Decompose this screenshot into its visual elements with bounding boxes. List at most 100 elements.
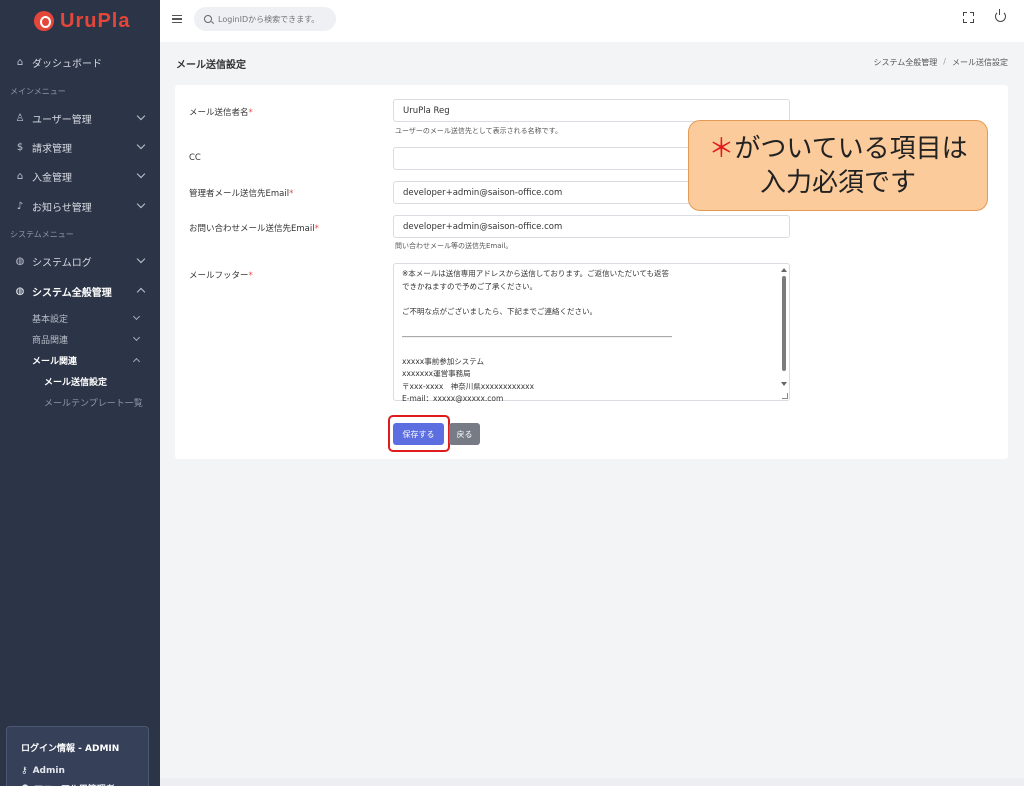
footer-line: xxxxx事前参加システム <box>402 356 484 366</box>
label-text: お問い合わせメール送信先Email <box>189 224 315 234</box>
sidebar-item-label: ダッシュボード <box>32 58 102 70</box>
breadcrumb-separator: / <box>943 57 946 66</box>
label-text: 管理者メール送信先Email <box>189 189 290 199</box>
inquiry-email-help: 問い合わせメール等の送信先Email。 <box>395 242 513 250</box>
chevron-up-icon <box>136 287 146 297</box>
sidebar-subitem-basic[interactable]: 基本設定 <box>32 312 141 325</box>
required-mark: * <box>248 271 253 281</box>
sidebar-subitem-label: 基本設定 <box>32 315 69 325</box>
breadcrumb-item-current: メール送信設定 <box>952 58 1008 67</box>
login-role-row: ⚉ マニュアル用管理者 <box>21 782 148 786</box>
callout-line-2: 入力必須です <box>759 167 916 198</box>
callout-line-1: ＊がついている項目は <box>708 132 967 166</box>
section-label-system: システムメニュー <box>10 230 74 239</box>
sidebar-subsubitem-mail-settings[interactable]: メール送信設定 <box>44 375 107 388</box>
callout-line-1-text: がついている項目は <box>734 133 968 164</box>
sidebar-item-system-general[interactable]: ◍ システム全般管理 <box>0 277 160 305</box>
login-info-panel: ログイン情報 - ADMIN ⚷ Admin ⚉ マニュアル用管理者 <box>6 726 149 786</box>
footer-line <box>402 343 772 356</box>
sidebar-item-dashboard[interactable]: ⌂ ダッシュボード <box>0 48 160 76</box>
sender-name-help: ユーザーのメール送信先として表示される名称です。 <box>395 127 562 135</box>
hamburger-menu-icon[interactable] <box>172 15 182 23</box>
page-footer <box>160 778 1024 786</box>
sender-name-input[interactable] <box>393 99 790 122</box>
globe-icon: ◍ <box>15 255 25 267</box>
save-button[interactable]: 保存する <box>393 423 444 445</box>
required-fields-callout: ＊がついている項目は 入力必須です <box>688 120 988 211</box>
textarea-scrollbar[interactable] <box>781 268 787 396</box>
search-icon <box>204 15 212 23</box>
sidebar-item-billing[interactable]: $ 請求管理 <box>0 133 160 161</box>
logo-text: UruPla <box>60 9 131 32</box>
scroll-down-arrow-icon[interactable] <box>781 382 787 386</box>
sidebar-item-payment[interactable]: ⌂ 入金管理 <box>0 162 160 190</box>
bank-icon: ⌂ <box>16 170 24 182</box>
fullscreen-icon[interactable] <box>963 12 974 23</box>
login-user: Admin <box>32 766 65 776</box>
breadcrumb-item-system-general[interactable]: システム全般管理 <box>874 57 938 68</box>
back-button[interactable]: 戻る <box>449 423 480 445</box>
login-user-row: ⚷ Admin <box>21 766 148 776</box>
sidebar-item-label: ユーザー管理 <box>32 114 92 126</box>
home-icon: ⌂ <box>16 56 24 68</box>
footer-line: ―――――――――――――――――――――――――――――――――――― <box>402 331 672 341</box>
footer-line: できかねますので予めご了承ください。 <box>402 281 537 291</box>
sidebar-item-label: 入金管理 <box>32 172 72 184</box>
topbar <box>160 0 1024 42</box>
search-input[interactable] <box>218 14 328 24</box>
sidebar-item-label: 請求管理 <box>32 143 72 155</box>
section-label-main: メインメニュー <box>10 87 66 96</box>
power-icon[interactable] <box>995 9 1006 22</box>
sidebar-subitem-mail[interactable]: メール関連 <box>32 354 141 367</box>
required-mark: * <box>314 224 319 234</box>
breadcrumb: システム全般管理 / メール送信設定 <box>874 57 1008 68</box>
sidebar-subitem-products[interactable]: 商品関連 <box>32 333 141 346</box>
inquiry-email-input[interactable] <box>393 215 790 238</box>
chevron-down-icon <box>136 254 146 264</box>
required-mark: * <box>248 108 253 118</box>
cc-label: CC <box>189 153 201 163</box>
sidebar-item-users[interactable]: ♙ ユーザー管理 <box>0 104 160 132</box>
label-text: メールフッター <box>189 271 249 281</box>
login-role: マニュアル用管理者 <box>34 782 115 786</box>
sender-name-label: メール送信者名* <box>189 106 253 118</box>
footer-line: E-mail：xxxxx@xxxxx.com <box>402 394 504 403</box>
bell-icon: ♪ <box>16 200 24 212</box>
chevron-down-icon <box>136 169 146 179</box>
user-icon: ♙ <box>15 112 25 124</box>
sidebar-subsubitem-mail-templates[interactable]: メールテンプレート一覧 <box>44 396 143 409</box>
chevron-down-icon <box>136 111 146 121</box>
login-info-title: ログイン情報 - ADMIN <box>21 744 120 754</box>
admin-email-label: 管理者メール送信先Email* <box>189 187 293 199</box>
label-text: メール送信者名 <box>189 108 249 118</box>
resize-grip-icon[interactable] <box>782 393 788 399</box>
required-mark: * <box>289 189 294 199</box>
callout-star: ＊ <box>708 133 735 164</box>
footer-line: xxxxxxx運営事務局 <box>402 369 471 378</box>
footer-line: 〒xxx-xxxx 神奈川県xxxxxxxxxxxx <box>402 381 535 391</box>
logo-icon <box>34 11 54 31</box>
key-icon: ⚷ <box>21 766 28 776</box>
mail-footer-label: メールフッター* <box>189 269 253 281</box>
mail-footer-textarea[interactable]: ※本メールは送信専用アドレスから送信しております。ご返信いただいても返答 できか… <box>393 263 790 403</box>
chevron-down-icon <box>136 140 146 150</box>
chevron-down-icon <box>136 199 146 209</box>
logo[interactable]: UruPla <box>0 0 160 42</box>
scroll-thumb[interactable] <box>782 276 786 371</box>
search-box[interactable] <box>194 7 336 31</box>
footer-line: ※本メールは送信専用アドレスから送信しております。ご返信いただいても返答 <box>402 269 669 278</box>
sidebar-subitem-label: メール関連 <box>32 357 78 367</box>
sidebar: UruPla ⌂ ダッシュボード メインメニュー ♙ ユーザー管理 $ 請求管理… <box>0 0 160 786</box>
sidebar-item-label: システムログ <box>32 257 92 269</box>
page-title: メール送信設定 <box>176 60 246 71</box>
sidebar-subitem-label: 商品関連 <box>32 336 69 346</box>
sidebar-item-notices[interactable]: ♪ お知らせ管理 <box>0 192 160 220</box>
sidebar-item-syslog[interactable]: ◍ システムログ <box>0 247 160 275</box>
chevron-down-icon <box>132 312 141 321</box>
footer-line <box>402 318 772 331</box>
chevron-down-icon <box>132 333 141 342</box>
sidebar-item-label: システム全般管理 <box>32 287 112 299</box>
footer-line: ご不明な点がございましたら、下記までご連絡ください。 <box>402 306 597 316</box>
scroll-up-arrow-icon[interactable] <box>781 268 787 272</box>
footer-line <box>402 293 772 306</box>
